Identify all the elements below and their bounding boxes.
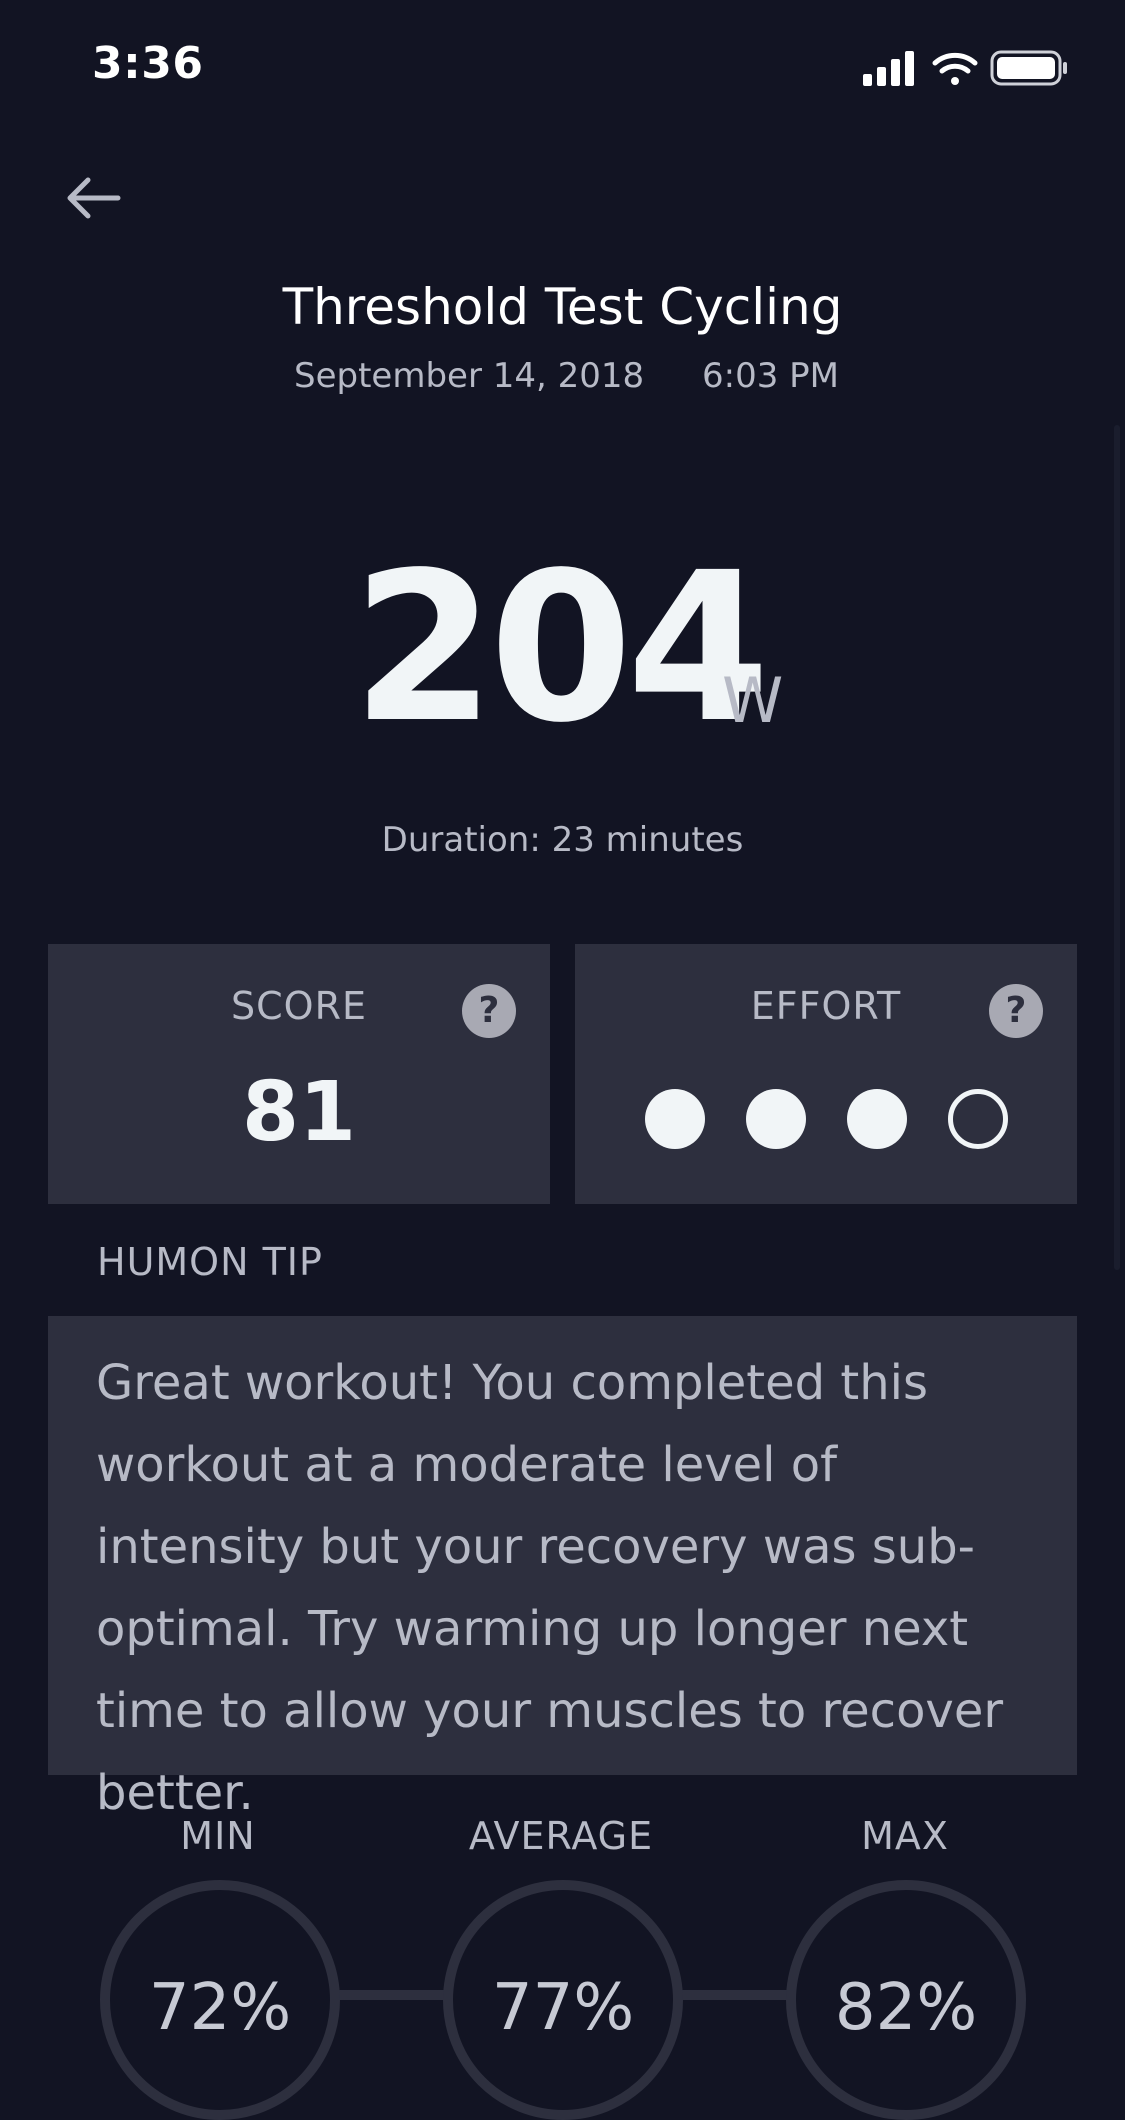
score-help-button[interactable]: ? — [462, 984, 516, 1038]
tip-text: Great workout! You completed this workou… — [96, 1355, 1004, 1821]
question-mark-icon: ? — [1005, 990, 1027, 1031]
question-mark-icon: ? — [478, 990, 500, 1031]
max-label: MAX — [861, 1814, 949, 1858]
status-time: 3:36 — [92, 38, 204, 89]
min-value: 72% — [148, 1971, 292, 2045]
effort-dot-filled — [645, 1089, 705, 1149]
power-unit: W — [722, 664, 784, 737]
effort-help-button[interactable]: ? — [989, 984, 1043, 1038]
score-value: 81 — [241, 1065, 357, 1160]
wifi-icon — [932, 52, 978, 85]
workout-time: 6:03 PM — [702, 356, 839, 396]
min-label: MIN — [180, 1814, 256, 1858]
workout-title: Threshold Test Cycling — [282, 278, 843, 336]
workout-date: September 14, 2018 — [294, 356, 645, 396]
average-value: 77% — [491, 1971, 635, 2045]
max-value: 82% — [834, 1971, 978, 2045]
stat-connector — [672, 1990, 802, 2000]
effort-dot-empty — [948, 1089, 1008, 1149]
duration-text: Duration: 23 minutes — [381, 820, 744, 860]
effort-card: EFFORT ? — [575, 944, 1077, 1204]
effort-dot-filled — [847, 1089, 907, 1149]
tip-card: Great workout! You completed this workou… — [48, 1316, 1077, 1821]
arrow-left-icon — [67, 177, 121, 219]
stat-connector — [330, 1990, 460, 2000]
average-ring: 77% — [443, 1880, 683, 2120]
max-ring: 82% — [786, 1880, 1026, 2120]
battery-icon — [990, 50, 1067, 86]
cellular-signal-icon — [863, 51, 914, 86]
effort-dot-filled — [746, 1089, 806, 1149]
score-card: SCORE ? 81 — [48, 944, 550, 1204]
status-icons — [861, 48, 1081, 92]
average-label: AVERAGE — [468, 1814, 654, 1858]
min-ring: 72% — [100, 1880, 340, 2120]
tip-label: HUMON TIP — [97, 1240, 323, 1284]
back-button[interactable] — [60, 170, 130, 230]
power-value: 204 — [352, 528, 770, 768]
